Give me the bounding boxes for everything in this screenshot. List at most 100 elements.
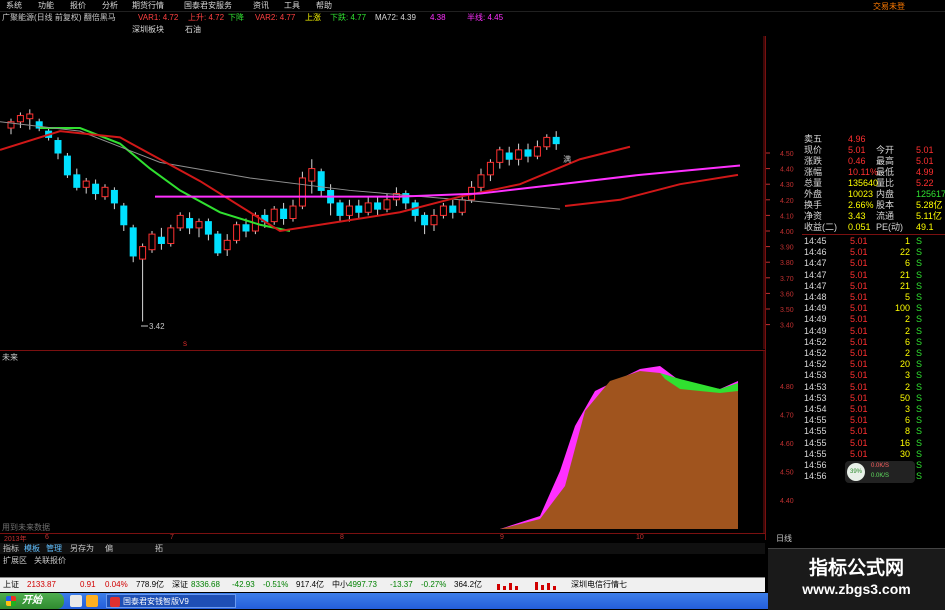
tab-offset[interactable]: 偏 (105, 543, 113, 554)
quote-value: 5.01 (848, 145, 866, 155)
candle-down (242, 224, 250, 232)
tick-price: 5.01 (850, 448, 868, 459)
sub-y-tick-label: 4.60 (780, 441, 794, 448)
tick-price: 5.01 (850, 359, 868, 370)
menu-item-system[interactable]: 系统 (6, 0, 22, 11)
indicator-tabs: 指标 模板 管理 另存为 偏 拓 (0, 543, 765, 554)
tab-indicator[interactable]: 指标 (3, 543, 19, 554)
y-tick-label: 3.70 (780, 276, 794, 283)
candle-up (101, 186, 109, 198)
menu-item-analysis[interactable]: 分析 (102, 0, 118, 11)
tab-save-as[interactable]: 另存为 (70, 543, 94, 554)
menu-item-help[interactable]: 帮助 (316, 0, 332, 11)
tick-time: 14:55 (804, 437, 827, 448)
x-axis-month: 6 (45, 534, 49, 541)
start-button[interactable]: 开始 (0, 593, 64, 609)
sz-percent: -0.51% (263, 580, 289, 589)
tick-time: 14:55 (804, 415, 827, 426)
sector-tag[interactable]: 石油 (185, 24, 201, 36)
tick-volume: 2 (904, 348, 910, 358)
menu-item-tools[interactable]: 工具 (284, 0, 300, 11)
tick-price: 5.01 (850, 236, 868, 246)
candle-up (477, 174, 485, 188)
tick-price: 5.01 (850, 381, 868, 392)
tab-manage[interactable]: 管理 (46, 543, 62, 554)
x-axis-month: 7 (170, 534, 174, 541)
candle-up (139, 246, 147, 260)
index-status-bar: 上证 2133.87 0.91 0.04% 778.9亿 深证 8336.68 … (0, 577, 765, 592)
tick-row: 14:55 5.01 6 S (804, 415, 945, 426)
candle-up (195, 221, 203, 229)
tick-time: 14:53 (804, 392, 827, 403)
tick-time: 14:53 (804, 370, 827, 381)
tick-price: 5.01 (850, 292, 868, 302)
zx-amount: 364.2亿 (454, 580, 483, 589)
tick-row: 14:55 5.01 30 S (804, 449, 945, 460)
desktop-icon[interactable] (70, 595, 82, 607)
sub-y-tick-label: 4.50 (780, 470, 794, 477)
candle-up (439, 205, 447, 216)
kline-chart[interactable]: 3.42 S 满 (0, 36, 765, 349)
quote-value: 5.01 (916, 145, 934, 155)
windows-logo-icon (6, 596, 16, 606)
tick-flag: S (916, 236, 923, 246)
tab-related-quote[interactable]: 关联报价 (34, 555, 66, 566)
candle-down (157, 236, 165, 244)
y-tick-label: 4.20 (780, 198, 794, 205)
menu-item-service[interactable]: 国泰君安服务 (184, 0, 232, 11)
y-tick-label: 3.50 (780, 307, 794, 314)
ma72-value: MA72: 4.39 (375, 13, 416, 22)
sz-value: 8336.68 (191, 580, 220, 589)
sz-label: 深证 (172, 580, 188, 589)
tick-volume: 21 (899, 269, 910, 280)
candle-up (308, 168, 316, 182)
tick-volume: 16 (899, 437, 910, 448)
brown-area (500, 371, 738, 529)
candle-down (110, 189, 118, 204)
tick-volume: 6 (904, 336, 910, 347)
menu-item-function[interactable]: 功能 (38, 0, 54, 11)
speed-popup[interactable]: 39% 0.0K/S 0.0K/S (845, 461, 915, 483)
news-ticker[interactable]: 深圳电信行情七 (571, 579, 627, 591)
quote-row: 涨幅 10.11% 最低 4.99 (804, 167, 945, 178)
tab-template[interactable]: 模板 (24, 543, 40, 554)
sector-tag[interactable]: 深圳板块 (132, 24, 164, 36)
candle-down (449, 205, 457, 213)
up-value: 上升: 4.72 (188, 13, 225, 22)
tick-price: 5.01 (850, 404, 868, 414)
tick-row: 14:55 5.01 16 S (804, 438, 945, 449)
tick-flag: S (916, 404, 923, 414)
sh-amount: 778.9亿 (136, 580, 165, 589)
menu-item-quote[interactable]: 报价 (70, 0, 86, 11)
tick-time: 14:49 (804, 314, 827, 325)
tick-flag: S (916, 348, 923, 358)
tick-price: 5.01 (850, 426, 868, 437)
stock-title: 广聚能源(日线 前复权) 翻倍黑马 (2, 13, 116, 22)
trade-status[interactable]: 交易未登 (873, 1, 905, 12)
candle-up (82, 180, 90, 188)
candle-down (374, 202, 382, 210)
candle-down (505, 152, 513, 160)
quote-value: 10023 (848, 189, 874, 199)
quote-row: 外盘 10023 内盘 125617 (804, 189, 945, 200)
quote-value: 2.66% (848, 200, 874, 210)
tick-volume: 50 (899, 392, 910, 403)
quote-label: 总量 (804, 178, 823, 188)
tick-row: 14:55 5.01 8 S (804, 426, 945, 437)
candle-up (430, 214, 438, 226)
speed-up: 0.0K/S (871, 463, 890, 469)
candle-down (317, 171, 325, 191)
browser-icon[interactable] (86, 595, 98, 607)
quote-row: 净资 3.43 流通 5.11亿 (804, 211, 945, 222)
tick-flag: S (916, 460, 923, 470)
menu-item-futures[interactable]: 期货行情 (132, 0, 164, 11)
tab-extend[interactable]: 拓 (155, 543, 163, 554)
taskbar-app-item[interactable]: 国泰君安钱智版V9 (106, 594, 236, 608)
quote-label: 流通 (876, 211, 895, 221)
menu-item-news[interactable]: 资讯 (253, 0, 269, 11)
candle-up (167, 227, 175, 244)
zx-value: 4997.73 (348, 580, 377, 589)
tab-extension-area[interactable]: 扩展区 (3, 555, 27, 566)
quote-label: PE(动) (876, 222, 904, 232)
quote-separator (802, 234, 945, 235)
